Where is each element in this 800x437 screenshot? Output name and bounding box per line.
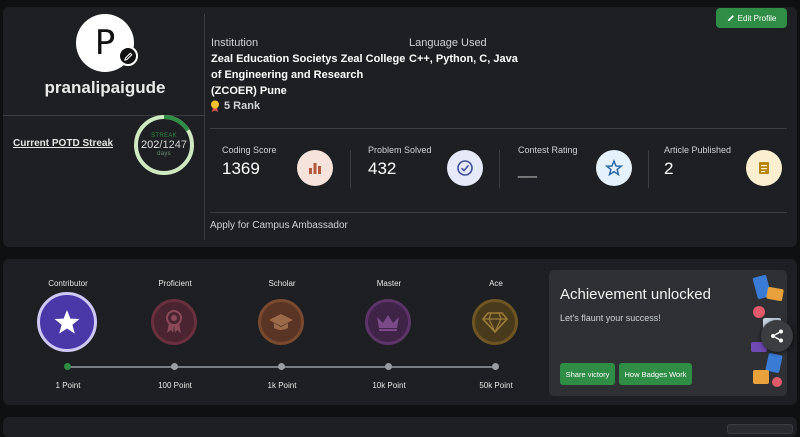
- how-badges-work-button[interactable]: How Badges Work: [619, 363, 692, 385]
- campus-ambassador-link[interactable]: Apply for Campus Ambassador: [210, 220, 348, 231]
- username: pranalipaigude: [44, 78, 166, 97]
- badge-points: 100 Point: [158, 381, 192, 390]
- medal-icon: [211, 100, 219, 112]
- check-circle-icon: [447, 150, 483, 186]
- progress-dot: [171, 363, 178, 370]
- progress-dot: [385, 363, 392, 370]
- language-value: C++, Python, C, Java: [409, 53, 518, 65]
- edit-profile-label: Edit Profile: [737, 13, 777, 23]
- next-section-card: [3, 417, 797, 437]
- stat-value: 432: [368, 159, 397, 178]
- bar-chart-icon: [297, 150, 333, 186]
- badge-name: Ace: [489, 279, 503, 288]
- stat-contest-rating[interactable]: Contest Rating __: [518, 143, 638, 187]
- divider: [210, 212, 787, 213]
- badge-label: Proficient: [135, 273, 215, 291]
- stat-label: Problem Solved: [368, 145, 432, 155]
- divider: [210, 128, 787, 129]
- rank-text: 5 Rank: [224, 100, 261, 112]
- achievement-panel: Achievement unlocked Let's flaunt your s…: [549, 270, 787, 396]
- progress-dot: [492, 363, 499, 370]
- badge-points: 1k Point: [267, 381, 297, 390]
- stat-coding-score[interactable]: Coding Score 1369: [222, 143, 342, 187]
- badge-label: Master: [349, 273, 429, 291]
- progress-dot: [64, 363, 71, 370]
- avatar-letter: P: [94, 23, 116, 63]
- badge-label: Scholar: [242, 273, 322, 291]
- divider: [350, 150, 351, 188]
- language-label: Language Used: [409, 37, 487, 49]
- badge-label: Contributor: [28, 273, 108, 291]
- streak-unit: days: [157, 151, 171, 157]
- edit-avatar-button[interactable]: [118, 46, 138, 66]
- progress-dot: [278, 363, 285, 370]
- badge-name: Scholar: [268, 279, 296, 288]
- stat-label: Contest Rating: [518, 145, 578, 155]
- badge-points: 10k Point: [372, 381, 406, 390]
- share-icon: [771, 329, 783, 343]
- achievement-title: Achievement unlocked: [560, 286, 711, 303]
- streak-counter: STREAK 202/1247 days: [132, 113, 196, 177]
- institution-value: Zeal Education Societys Zeal College of …: [211, 53, 406, 97]
- divider: [648, 150, 649, 188]
- badge-name: Master: [376, 279, 402, 288]
- stat-article-published[interactable]: Article Published 2: [664, 143, 784, 187]
- badge-scholar[interactable]: [258, 299, 304, 345]
- next-section-button[interactable]: [727, 424, 793, 434]
- pencil-icon: [123, 51, 133, 61]
- stat-value: __: [518, 159, 537, 178]
- streak-current: 202: [141, 139, 160, 151]
- star-icon: [54, 310, 80, 334]
- pencil-icon: [727, 15, 734, 22]
- ribbon-icon: [166, 310, 182, 333]
- badge-master[interactable]: [365, 299, 411, 345]
- divider: [204, 14, 205, 240]
- stat-value: 1369: [222, 159, 260, 178]
- divider: [499, 150, 500, 188]
- institution-rank: 5 Rank: [210, 100, 260, 112]
- stat-value: 2: [664, 159, 674, 178]
- article-icon: [746, 150, 782, 186]
- achievement-subtitle: Let's flaunt your success!: [560, 313, 661, 323]
- badge-label: Ace: [456, 273, 536, 291]
- share-victory-button[interactable]: Share victory: [560, 363, 615, 385]
- badge-contributor[interactable]: [37, 292, 97, 352]
- share-button[interactable]: [761, 320, 793, 352]
- badge-name: Contributor: [48, 279, 88, 288]
- crown-icon: [377, 315, 399, 331]
- potd-streak-link[interactable]: Current POTD Streak: [13, 138, 113, 149]
- star-outline-icon: [596, 150, 632, 186]
- graduation-cap-icon: [269, 314, 293, 330]
- badge-proficient[interactable]: [151, 299, 197, 345]
- edit-profile-button[interactable]: Edit Profile: [716, 8, 787, 28]
- stat-label: Article Published: [664, 145, 732, 155]
- streak-total: /1247: [159, 139, 187, 151]
- institution-label: Institution: [211, 37, 259, 49]
- stat-problem-solved[interactable]: Problem Solved 432: [368, 143, 488, 187]
- diamond-icon: [482, 312, 508, 333]
- badge-points: 1 Point: [55, 381, 81, 390]
- badge-points: 50k Point: [479, 381, 513, 390]
- stat-label: Coding Score: [222, 145, 277, 155]
- badge-ace[interactable]: [472, 299, 518, 345]
- badge-name: Proficient: [158, 279, 192, 288]
